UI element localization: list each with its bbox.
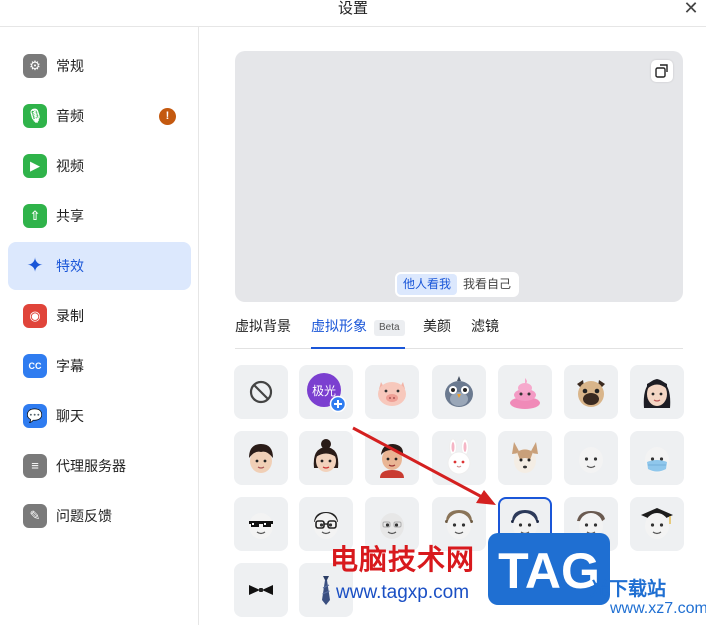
window-title: 设置 (337, 0, 368, 17)
settings-sidebar: ⚙ 常规 🎙 音频! ▶ 视频 ⇧ 共享 ✦ 特效 ◉ 录制 CC 字幕 💬 聊天 ≡ 代理服务器 ✎ 问题反馈 (0, 27, 199, 625)
tab-virtual-avatar[interactable]: 虚拟形象 Beta (311, 312, 405, 349)
sidebar-item-0[interactable]: ⚙ 常规 (8, 42, 191, 90)
svg-text:TAG: TAG (498, 543, 600, 599)
video-preview (235, 51, 683, 302)
tab-beauty[interactable]: 美颜 (423, 312, 451, 347)
none-icon[interactable] (234, 365, 288, 419)
caption-icon: CC (23, 354, 47, 378)
sidebar-item-label: 问题反馈 (56, 508, 112, 524)
plain-face-avatar[interactable] (564, 431, 618, 485)
pig-avatar[interactable] (365, 365, 419, 419)
sidebar-item-1[interactable]: 🎙 音频! (8, 92, 191, 140)
watermark-partner-name: 光下载站 (590, 579, 667, 600)
chat-bubble-icon: 💬 (23, 404, 47, 428)
sidebar-item-7[interactable]: 💬 聊天 (8, 392, 191, 440)
alert-badge: ! (159, 108, 176, 125)
pixel-sunglasses-avatar[interactable] (234, 497, 288, 551)
sidebar-item-4[interactable]: ✦ 特效 (8, 242, 191, 290)
watermark-site-name: 电脑技术网 (330, 544, 476, 575)
sidebar-item-3[interactable]: ⇧ 共享 (8, 192, 191, 240)
boy-red-shirt-avatar[interactable] (365, 431, 419, 485)
boy-avatar[interactable] (234, 431, 288, 485)
view-toggle: 他人看我 我看自己 (395, 272, 520, 297)
record-icon: ◉ (23, 304, 47, 328)
view-i-see-myself[interactable]: 我看自己 (457, 274, 517, 295)
effects-tabs: 虚拟背景 虚拟形象 Beta 美颜 滤镜 (235, 312, 683, 349)
sidebar-item-label: 聊天 (56, 408, 84, 424)
pink-poop-avatar[interactable] (498, 365, 552, 419)
girl-bun-avatar[interactable] (299, 431, 353, 485)
sidebar-item-5[interactable]: ◉ 录制 (8, 292, 191, 340)
view-others-see-me[interactable]: 他人看我 (397, 274, 458, 295)
sidebar-item-2[interactable]: ▶ 视频 (8, 142, 191, 190)
jiguang-add-avatar[interactable]: 极光 (299, 365, 353, 419)
sidebar-item-9[interactable]: ✎ 问题反馈 (8, 492, 191, 540)
screen-share-icon: ⇧ (23, 204, 47, 228)
server-icon: ≡ (23, 454, 47, 478)
bird-avatar[interactable] (432, 365, 486, 419)
video-camera-icon: ▶ (23, 154, 47, 178)
beta-badge: Beta (374, 320, 405, 336)
sidebar-item-label: 视频 (56, 158, 84, 174)
sidebar-item-8[interactable]: ≡ 代理服务器 (8, 442, 191, 490)
husky-dog-avatar[interactable] (498, 431, 552, 485)
pug-dog-avatar[interactable] (564, 365, 618, 419)
watermark-partner-url: www.xz7.com (610, 600, 706, 617)
bow-tie-avatar[interactable] (234, 563, 288, 617)
title-bar: 设置 ✕ (0, 0, 706, 27)
sidebar-item-label: 共享 (56, 208, 84, 224)
face-mask-avatar[interactable] (630, 431, 684, 485)
girl-long-hair-avatar[interactable] (630, 365, 684, 419)
tab-virtual-background[interactable]: 虚拟背景 (235, 312, 291, 347)
watermark-url: www.tagxp.com (336, 582, 470, 603)
close-icon[interactable]: ✕ (682, 0, 700, 17)
gear-icon: ⚙ (23, 54, 47, 78)
sidebar-item-label: 音频 (56, 108, 84, 124)
tab-filter[interactable]: 滤镜 (471, 312, 499, 347)
sidebar-item-6[interactable]: CC 字幕 (8, 342, 191, 390)
sidebar-item-label: 代理服务器 (56, 458, 126, 474)
graduation-cap-avatar[interactable] (630, 497, 684, 551)
sidebar-item-label: 特效 (56, 258, 84, 274)
sidebar-item-label: 字幕 (56, 358, 84, 374)
sidebar-item-label: 常规 (56, 58, 84, 74)
feedback-icon: ✎ (23, 504, 47, 528)
sidebar-item-label: 录制 (56, 308, 84, 324)
microphone-icon: 🎙 (23, 104, 47, 128)
svg-text:极光: 极光 (312, 384, 336, 398)
sparkle-icon: ✦ (26, 255, 44, 277)
rabbit-avatar[interactable] (432, 431, 486, 485)
rotate-icon[interactable] (651, 60, 673, 82)
